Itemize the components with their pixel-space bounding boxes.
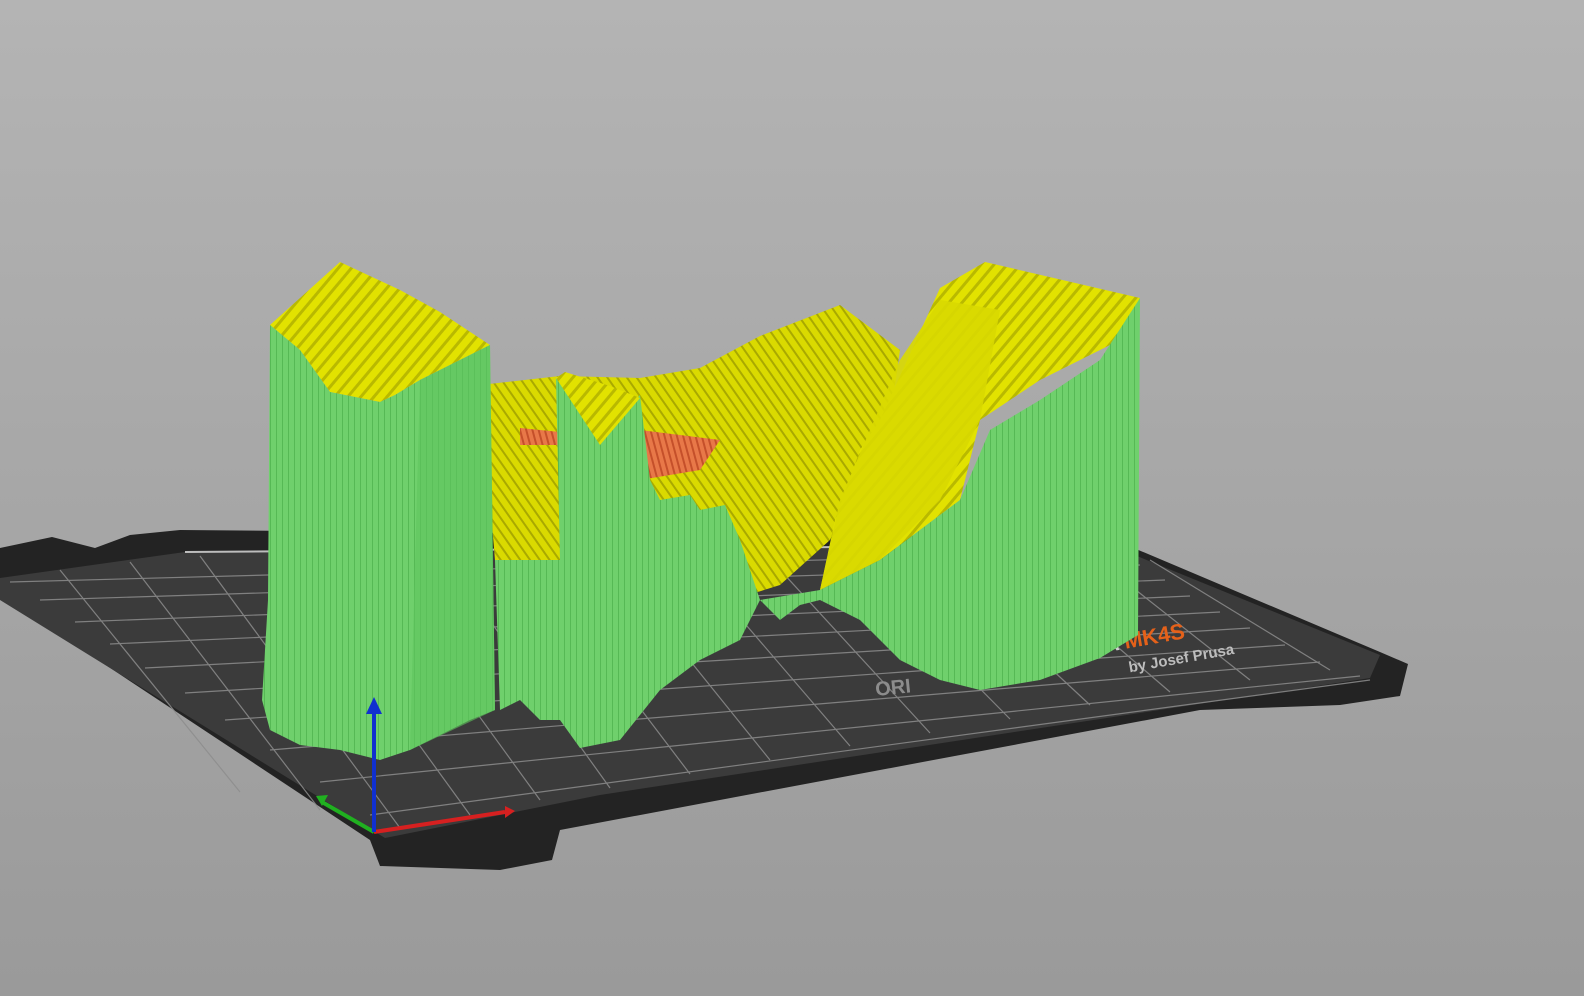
left-tower-side-face: [410, 345, 495, 750]
bed-origin-label: ORI: [874, 675, 912, 701]
3d-viewport[interactable]: SA MK4S by Josef Prusa ORI: [0, 0, 1584, 996]
